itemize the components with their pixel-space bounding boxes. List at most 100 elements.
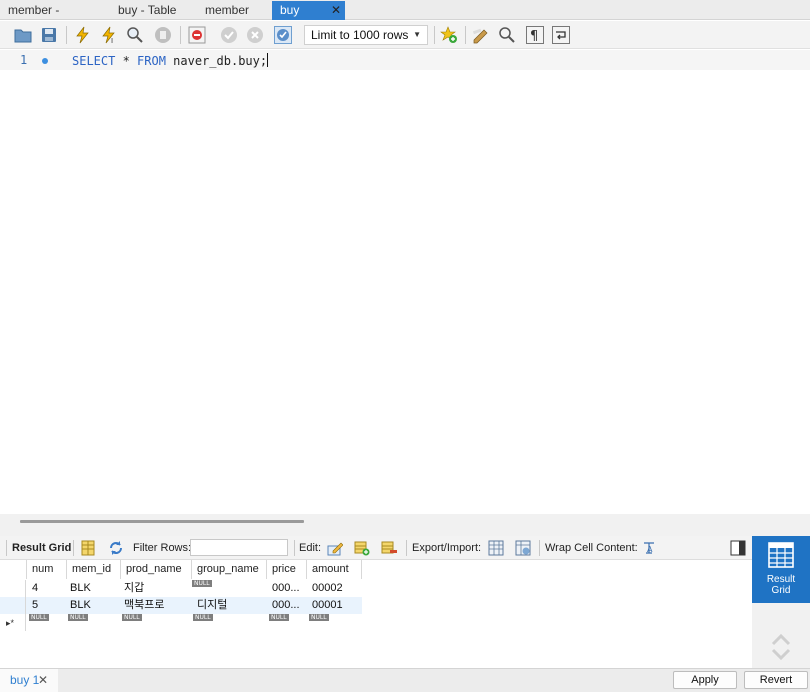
horizontal-scrollbar[interactable] <box>20 520 304 523</box>
new-row-marker: ▸* <box>6 618 15 628</box>
table-row[interactable]: 4 BLK 지갑 NULL 000... 00002 <box>0 580 362 597</box>
sql-code-line[interactable]: SELECT * FROM naver_db.buy; <box>72 53 269 68</box>
close-icon[interactable]: ✕ <box>331 1 341 19</box>
limit-rows-select[interactable]: Limit to 1000 rows ▼ <box>304 25 428 45</box>
beautify-icon[interactable] <box>472 26 490 44</box>
null-badge: NULL <box>192 580 212 587</box>
row-header[interactable] <box>0 597 26 614</box>
result-grid: num mem_id prod_name group_name price am… <box>0 560 752 668</box>
delete-row-icon[interactable] <box>381 540 397 556</box>
tab-label: member <box>205 3 250 17</box>
invisible-chars-icon[interactable]: ¶ <box>526 26 544 44</box>
add-snippet-icon[interactable] <box>440 26 458 44</box>
column-header[interactable]: price <box>267 560 307 579</box>
close-icon[interactable]: ✕ <box>38 673 48 687</box>
rollback-icon[interactable] <box>246 26 264 44</box>
tab-member-table[interactable]: member - Table <box>0 1 97 35</box>
null-badge[interactable]: NULL <box>309 614 329 621</box>
column-header[interactable]: prod_name <box>121 560 192 579</box>
null-badge[interactable]: NULL <box>122 614 142 621</box>
tab-buy-table[interactable]: buy - Table <box>110 1 190 20</box>
column-header[interactable]: group_name <box>192 560 267 579</box>
null-badge[interactable]: NULL <box>193 614 213 621</box>
row-header[interactable]: ▸* <box>0 614 26 631</box>
save-icon[interactable] <box>40 26 58 44</box>
execute-current-icon[interactable]: I <box>100 26 118 44</box>
column-header-label: mem_id <box>72 563 112 575</box>
scroll-chevrons-icon[interactable] <box>770 632 792 662</box>
cell-prod-name[interactable]: 맥북프로 <box>119 597 190 614</box>
add-row-icon[interactable] <box>354 540 370 556</box>
stop-icon[interactable] <box>154 26 172 44</box>
edit-row-icon[interactable] <box>327 540 343 556</box>
toolbar-divider <box>294 540 295 556</box>
cell-price[interactable]: 000... <box>267 580 305 597</box>
svg-text:A: A <box>647 545 653 554</box>
table-row[interactable]: 5 BLK 맥북프로 디지털 000... 00001 <box>0 597 362 614</box>
null-badge[interactable]: NULL <box>68 614 88 621</box>
sql-star: * <box>115 54 138 68</box>
result-tab-buy-1[interactable]: buy 1 ✕ <box>0 669 58 692</box>
explain-icon[interactable] <box>126 26 144 44</box>
line-number: 1 <box>20 53 28 67</box>
column-header[interactable]: mem_id <box>67 560 121 579</box>
column-header-label: amount <box>312 563 349 575</box>
cell-mem-id[interactable]: BLK <box>65 580 119 597</box>
toolbar-divider <box>406 540 407 556</box>
refresh-icon[interactable] <box>108 540 124 556</box>
null-badge[interactable]: NULL <box>269 614 289 621</box>
text-cursor <box>267 53 269 67</box>
row-header[interactable] <box>0 580 26 597</box>
cell-group-name[interactable]: NULL <box>188 580 263 597</box>
cell-num[interactable]: 4 <box>27 580 67 597</box>
stop-on-error-icon[interactable] <box>188 26 206 44</box>
open-folder-icon[interactable] <box>14 26 32 44</box>
result-tabs-bar: buy 1 ✕ Apply Revert <box>0 668 810 692</box>
column-header[interactable]: num <box>27 560 67 579</box>
svg-text:¶: ¶ <box>530 29 538 44</box>
result-toolbar: Result Grid Filter Rows: Edit: Export/Im… <box>0 536 752 560</box>
toolbar-divider <box>66 26 67 44</box>
toolbar-divider <box>6 540 7 556</box>
limit-rows-value: Limit to 1000 rows <box>311 28 409 42</box>
column-header-label: prod_name <box>126 563 182 575</box>
column-header-label: price <box>272 563 296 575</box>
cell-num[interactable]: 5 <box>27 597 67 614</box>
result-grid-side-label-line2: Grid <box>771 585 791 596</box>
cell-price[interactable]: 000... <box>267 597 305 614</box>
cell-mem-id[interactable]: BLK <box>65 597 119 614</box>
autocommit-toggle-icon[interactable] <box>274 26 292 44</box>
import-icon[interactable] <box>515 540 531 556</box>
query-tab-bar: member - Table buy - Table member buy ✕ <box>0 0 810 35</box>
wrap-text-icon[interactable]: A <box>641 540 657 556</box>
sql-keyword-from: FROM <box>137 54 166 68</box>
result-tab-label: buy 1 <box>10 673 40 687</box>
cell-amount[interactable]: 00001 <box>307 597 362 614</box>
query-toolbar: I Limit to 1000 rows ▼ ¶ <box>0 21 810 49</box>
execute-icon[interactable] <box>74 26 92 44</box>
word-wrap-icon[interactable] <box>552 26 570 44</box>
commit-icon[interactable] <box>220 26 238 44</box>
cell-amount[interactable]: 00002 <box>307 580 362 597</box>
result-grid-side-button[interactable]: Result Grid <box>752 536 810 603</box>
editor-splitter[interactable] <box>0 514 810 536</box>
tab-member[interactable]: member <box>197 1 257 20</box>
tab-buy[interactable]: buy ✕ <box>272 1 345 20</box>
cell-group-name[interactable]: 디지털 <box>192 597 267 614</box>
toolbar-divider <box>180 26 181 44</box>
sql-editor[interactable]: 1 SELECT * FROM naver_db.buy; <box>0 50 810 514</box>
apply-button[interactable]: Apply <box>673 671 737 689</box>
toggle-panel-icon[interactable] <box>730 540 746 556</box>
column-header[interactable]: amount <box>307 560 362 579</box>
filter-rows-input[interactable] <box>190 539 288 556</box>
cell-prod-name[interactable]: 지갑 <box>119 580 190 597</box>
export-icon[interactable] <box>488 540 504 556</box>
new-row[interactable]: ▸* NULL NULL NULL NULL NULL NULL <box>0 614 362 631</box>
row-header-corner <box>0 560 27 579</box>
find-icon[interactable] <box>498 26 516 44</box>
revert-button[interactable]: Revert <box>744 671 808 689</box>
toolbar-divider <box>434 26 435 44</box>
null-badge[interactable]: NULL <box>29 614 49 621</box>
grid-view-icon[interactable] <box>80 540 96 556</box>
toolbar-divider <box>465 26 466 44</box>
